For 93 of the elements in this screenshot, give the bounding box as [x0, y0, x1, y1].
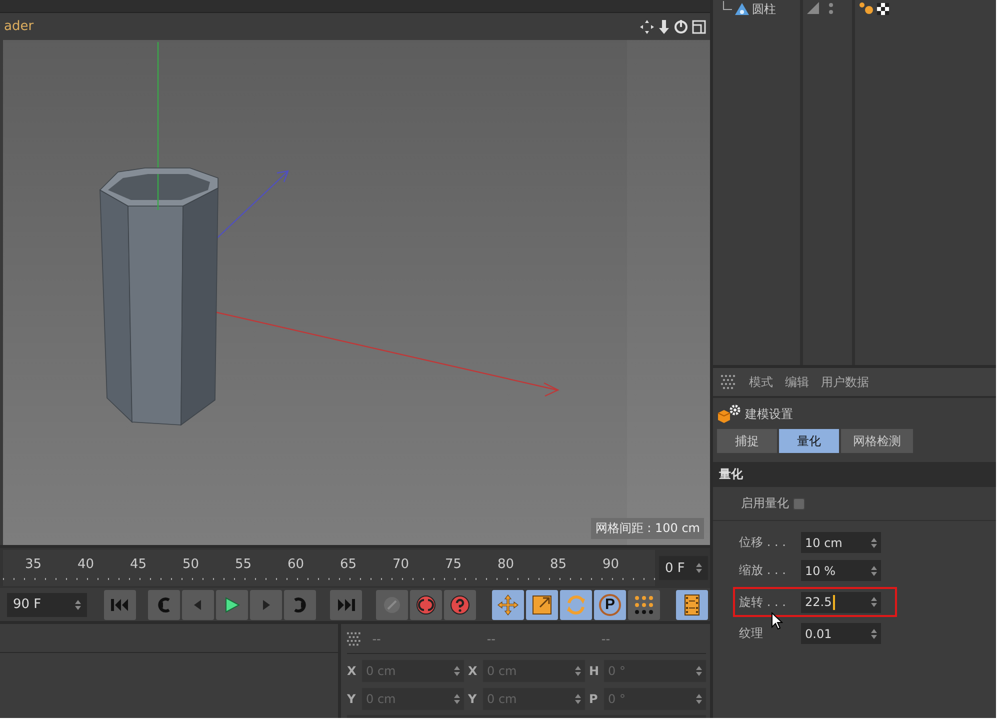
tab[interactable]: 量化 [779, 429, 839, 453]
axis-label: P [589, 692, 599, 706]
axis-label: Y [468, 692, 478, 706]
settings-title: 建模设置 [745, 406, 793, 422]
tab[interactable]: 网格检测 [841, 429, 913, 453]
enable-label: 启用量化 [741, 495, 789, 512]
menu-item[interactable]: 编辑 [785, 374, 809, 390]
tag-icon[interactable] [859, 2, 889, 16]
play-button[interactable] [216, 590, 248, 620]
axis-label: Y [347, 692, 357, 706]
play-icon [224, 596, 240, 612]
spinner-arrows-icon[interactable] [871, 628, 877, 638]
scale-icon [532, 594, 552, 614]
menu-item[interactable]: 模式 [749, 374, 773, 390]
visibility-icon[interactable] [807, 2, 835, 14]
frame-number: 60 [288, 556, 306, 572]
previous-key-button[interactable] [148, 590, 180, 620]
frame-number: 85 [550, 556, 568, 572]
rotate-icon [565, 594, 587, 616]
frame-number: 40 [78, 556, 96, 572]
number-field[interactable]: 22.5 [801, 592, 881, 612]
cube-gear-icon [717, 404, 741, 424]
frame-number: 50 [182, 556, 200, 572]
go-to-start-button[interactable] [104, 590, 136, 620]
help-button[interactable] [444, 590, 476, 620]
record-button[interactable] [410, 590, 442, 620]
frame-number: 55 [235, 556, 253, 572]
field-label: 缩放 . . . [739, 562, 787, 579]
move-icon [497, 594, 519, 616]
rotate-icon[interactable] [674, 20, 688, 34]
mouse-cursor-icon [771, 612, 783, 630]
axis-label: H [589, 664, 600, 678]
spinner-arrows-icon[interactable] [871, 566, 877, 576]
spinner-arrows-icon[interactable] [696, 563, 702, 573]
tab[interactable]: 捕捉 [717, 429, 777, 453]
window-icon[interactable] [692, 20, 706, 34]
frame-number: 80 [498, 556, 516, 572]
move-icon[interactable] [640, 20, 654, 34]
next-key-icon [291, 596, 309, 612]
checkbox[interactable] [793, 498, 805, 510]
timeline-ruler[interactable]: 35 40 45 50 55 60 65 70 75 80 85 90 [3, 550, 655, 586]
viewport[interactable]: 网格间距 : 100 cm [3, 40, 710, 545]
frame-number: 70 [392, 556, 410, 572]
timeline-film-button[interactable] [676, 590, 708, 620]
section-header: 量化 [713, 462, 996, 487]
axis-label: X [347, 664, 358, 678]
column-header: -- [372, 632, 382, 646]
key-button[interactable] [376, 590, 408, 620]
menu-item[interactable]: 用户数据 [821, 374, 869, 390]
points-tool-button[interactable] [628, 590, 660, 620]
number-field[interactable]: 10 % [801, 560, 881, 581]
spinner-arrows-icon[interactable] [75, 600, 81, 610]
spinner-arrows-icon[interactable] [871, 597, 877, 607]
field-label: 位移 . . . [739, 534, 787, 551]
column-header: -- [486, 632, 496, 646]
frame-number: 90 [602, 556, 620, 572]
next-frame-button[interactable] [250, 590, 282, 620]
frame-number: 45 [130, 556, 148, 572]
frame-number: 35 [25, 556, 43, 572]
grid-icon[interactable] [347, 632, 362, 646]
text-caret [832, 594, 835, 610]
number-field[interactable]: 10 cm [801, 532, 881, 553]
go-to-end-button[interactable] [330, 590, 362, 620]
axis-label: X [468, 664, 478, 678]
cylinder-drawing[interactable] [99, 168, 218, 426]
skip-start-icon [111, 598, 129, 612]
skip-end-icon [337, 598, 355, 612]
number-field[interactable]: 0.01 [801, 623, 881, 644]
field-label: 纹理 [739, 625, 764, 642]
field-label: 旋转 . . . [739, 594, 787, 610]
column-header: -- [601, 632, 612, 646]
grid-icon[interactable] [721, 375, 737, 389]
next-key-button[interactable] [284, 590, 316, 620]
scale-tool-button[interactable] [526, 590, 558, 620]
object-name[interactable]: 圆柱 [752, 0, 776, 18]
film-icon [684, 594, 700, 616]
previous-frame-button[interactable] [182, 590, 214, 620]
previous-key-icon [155, 596, 173, 612]
frame-number: 65 [340, 556, 358, 572]
param-tool-button[interactable]: P [594, 590, 626, 620]
spinner-arrows-icon[interactable] [871, 538, 877, 548]
frame-number: 75 [445, 556, 463, 572]
arrow-down-icon[interactable] [658, 20, 670, 34]
cylinder-icon [735, 3, 749, 15]
question-icon [450, 594, 470, 614]
viewport-title: ader [4, 19, 34, 34]
dots-grid-icon [633, 594, 655, 614]
current-frame-field[interactable]: 0 F [659, 556, 708, 580]
grid-spacing-label: 网格间距 : 100 cm [591, 518, 704, 539]
move-tool-button[interactable] [492, 590, 524, 620]
end-frame-field[interactable]: 90 F [7, 592, 87, 616]
key-icon [383, 596, 401, 614]
record-icon [416, 594, 436, 614]
